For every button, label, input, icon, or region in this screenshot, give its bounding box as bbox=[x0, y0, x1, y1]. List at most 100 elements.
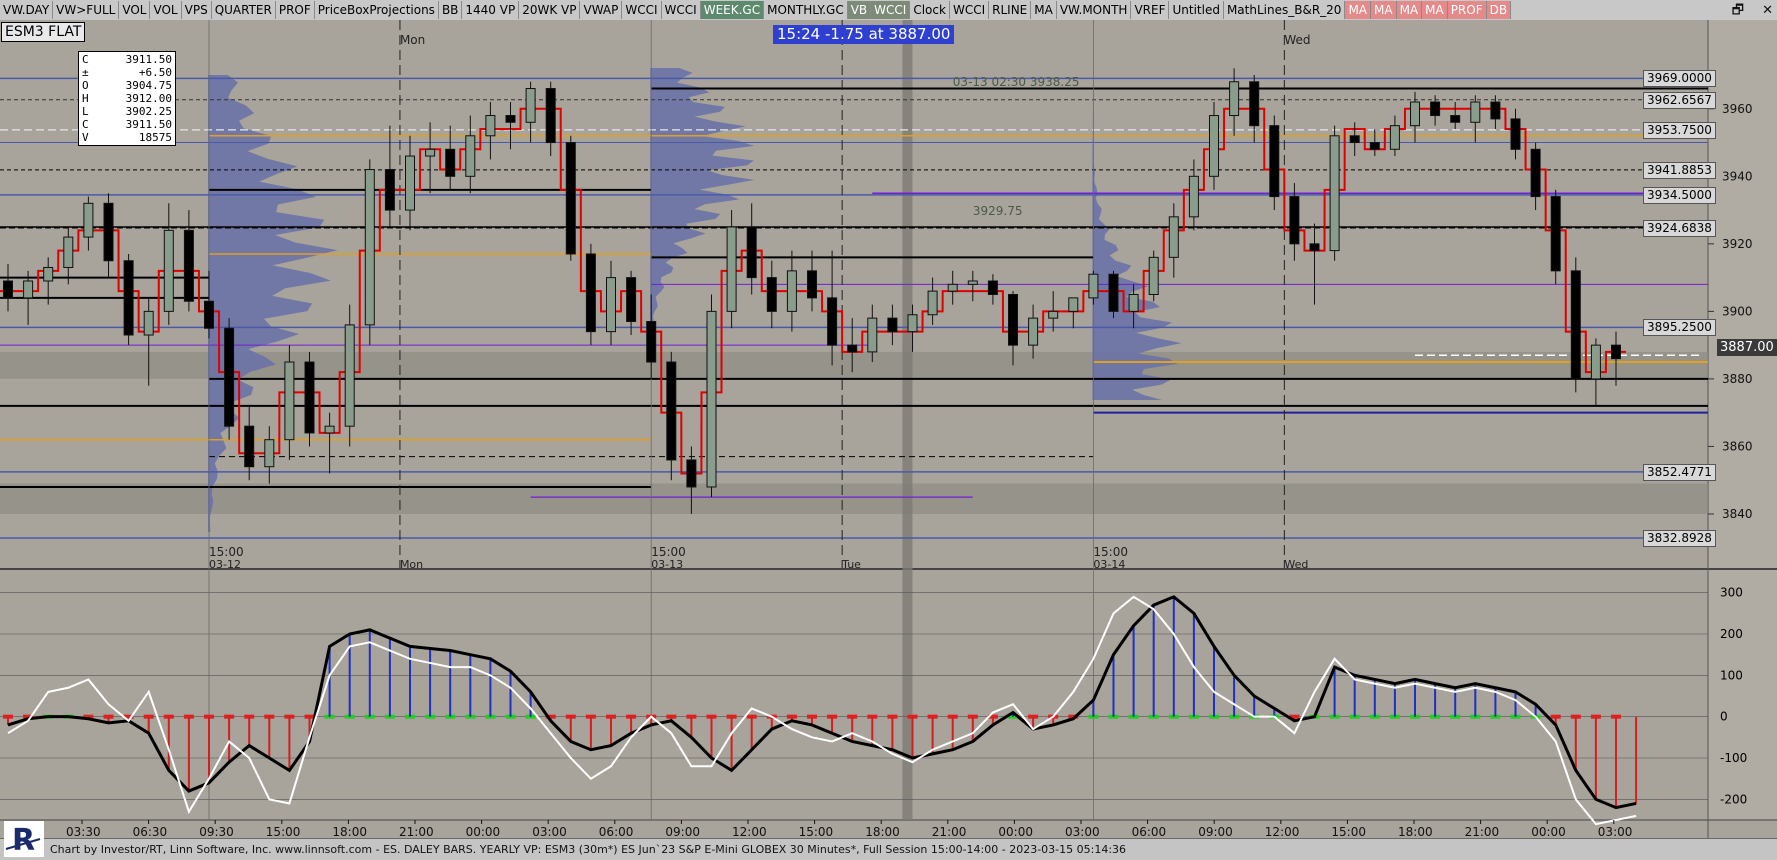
candle-body bbox=[1369, 142, 1380, 150]
toolbar-button-7[interactable]: PriceBoxProjections bbox=[315, 1, 439, 19]
candle-body bbox=[1269, 125, 1280, 198]
toolbar-button-19[interactable]: WCCI bbox=[950, 1, 990, 19]
candle-body bbox=[847, 344, 858, 353]
price-chart[interactable]: -200 -100 0 100 200 300 3840 3860 3880 3900 3920 39… bbox=[0, 20, 1777, 858]
toolbar-button-9[interactable]: 1440 VP bbox=[462, 1, 520, 19]
price-tick-label: 3860 bbox=[1722, 439, 1753, 453]
toolbar-button-23[interactable]: VREF bbox=[1131, 1, 1170, 19]
ohlc-row: C 3911.50 bbox=[82, 118, 172, 131]
candle-body bbox=[1188, 175, 1199, 218]
toolbar-button-18[interactable]: Clock bbox=[910, 1, 950, 19]
candle bbox=[344, 304, 355, 447]
toolbar-button-20[interactable]: RLINE bbox=[989, 1, 1032, 19]
bottom-time-tick: 09:00 bbox=[665, 825, 700, 839]
bottom-time-tick: 21:00 bbox=[932, 825, 967, 839]
bottom-time-tick: 15:00 bbox=[1331, 825, 1366, 839]
bottom-time-tick: 06:00 bbox=[1132, 825, 1167, 839]
toolbar-button-22[interactable]: VW.MONTH bbox=[1057, 1, 1132, 19]
candle-body bbox=[485, 115, 496, 137]
toolbar-button-21[interactable]: MA bbox=[1031, 1, 1057, 19]
candle-body bbox=[1470, 101, 1481, 123]
candle-body bbox=[465, 135, 476, 177]
candle-body bbox=[1389, 125, 1400, 150]
time-tick-label: 15:00 bbox=[651, 545, 686, 559]
ohlc-value: 3904.75 bbox=[125, 79, 172, 92]
svg-text:R: R bbox=[12, 823, 35, 857]
candle-body bbox=[1309, 243, 1320, 252]
ohlc-key: H bbox=[82, 92, 89, 105]
candle-body bbox=[746, 226, 757, 279]
toolbar-button-8[interactable]: BB bbox=[439, 1, 463, 19]
ohlc-value: 18575 bbox=[138, 131, 172, 144]
toolbar-button-1[interactable]: VW>FULL bbox=[53, 1, 120, 19]
symbol-label[interactable]: ESM3 FLAT bbox=[1, 22, 86, 42]
restore-icon[interactable]: 🗗 bbox=[1732, 3, 1744, 18]
osc-tick-label: 100 bbox=[1720, 668, 1743, 682]
candle-body bbox=[786, 270, 797, 312]
toolbar-button-15[interactable]: MONTHLY.GC bbox=[764, 1, 848, 19]
toolbar-button-24[interactable]: Untitled bbox=[1169, 1, 1224, 19]
ohlc-value: 3911.50 bbox=[125, 118, 172, 131]
bottom-time-tick: 18:00 bbox=[332, 825, 367, 839]
candle-body bbox=[726, 226, 737, 312]
price-tick-label: 3840 bbox=[1722, 507, 1753, 521]
candle-body bbox=[766, 277, 777, 312]
indicator-toolbar: VW.DAY VW>FULL VOL VOL VPS QUARTER PROF PriceBo… bbox=[0, 0, 1777, 21]
candle-body bbox=[143, 310, 154, 336]
candle bbox=[726, 210, 737, 329]
candle-body bbox=[505, 115, 516, 123]
toolbar-button-13[interactable]: WCCI bbox=[662, 1, 701, 19]
ohlc-row: ± +6.50 bbox=[82, 66, 172, 79]
toolbar-button-5[interactable]: QUARTER bbox=[212, 1, 276, 19]
toolbar-button-29[interactable]: MA bbox=[1422, 1, 1448, 19]
candle-body bbox=[1611, 344, 1621, 360]
toolbar-button-26[interactable]: MA bbox=[1345, 1, 1371, 19]
candle-body bbox=[43, 266, 54, 282]
date-tick-label: Tue bbox=[841, 558, 861, 571]
candle-body bbox=[1329, 135, 1340, 252]
candle-body bbox=[1028, 317, 1039, 346]
bottom-time-tick: 15:00 bbox=[799, 825, 834, 839]
toolbar-button-17[interactable]: WCCI bbox=[871, 1, 911, 19]
toolbar-button-12[interactable]: WCCI bbox=[622, 1, 662, 19]
toolbar-button-25[interactable]: MathLines_B&R_20 bbox=[1224, 1, 1346, 19]
bottom-time-tick: 18:00 bbox=[865, 825, 900, 839]
candle-body bbox=[1048, 310, 1059, 319]
candle-body bbox=[666, 361, 677, 461]
level-label: 3895.2500 bbox=[1643, 319, 1716, 337]
bottom-time-tick: 18:00 bbox=[1398, 825, 1433, 839]
bottom-time-tick: 00:00 bbox=[1531, 825, 1566, 839]
toolbar-button-14[interactable]: WEEK.GC bbox=[700, 1, 765, 19]
toolbar-button-6[interactable]: PROF bbox=[276, 1, 315, 19]
candle-body bbox=[1410, 101, 1420, 127]
toolbar-button-31[interactable]: DB bbox=[1486, 1, 1512, 19]
candle-body bbox=[626, 277, 637, 323]
ohlc-row: L 3902.25 bbox=[82, 105, 172, 118]
toolbar-button-2[interactable]: VOL bbox=[119, 1, 151, 19]
bottom-time-tick: 03:00 bbox=[1065, 825, 1100, 839]
session-marker-bar bbox=[902, 20, 913, 820]
day-label: Wed bbox=[1284, 33, 1310, 47]
toolbar-button-16[interactable]: VB bbox=[847, 1, 872, 19]
candle-body bbox=[304, 361, 315, 434]
toolbar-button-27[interactable]: MA bbox=[1371, 1, 1397, 19]
toolbar-button-11[interactable]: VWAP bbox=[580, 1, 623, 19]
toolbar-button-28[interactable]: MA bbox=[1396, 1, 1423, 19]
date-tick-label: 03-14 bbox=[1093, 558, 1125, 571]
toolbar-button-4[interactable]: VPS bbox=[182, 1, 212, 19]
candle bbox=[1550, 189, 1561, 285]
toolbar-button-3[interactable]: VOL bbox=[150, 1, 182, 19]
toolbar-button-30[interactable]: PROF bbox=[1447, 1, 1487, 19]
toolbar-button-0[interactable]: VW.DAY bbox=[0, 1, 54, 19]
toolbar-button-10[interactable]: 20WK VP bbox=[519, 1, 581, 19]
candle-body bbox=[1168, 216, 1179, 258]
bottom-time-tick: 00:00 bbox=[466, 825, 501, 839]
candle-body bbox=[525, 88, 536, 123]
candle bbox=[1570, 257, 1581, 393]
candle-body bbox=[405, 155, 415, 211]
candle-body bbox=[1590, 344, 1601, 380]
candle bbox=[1269, 115, 1280, 211]
close-icon[interactable]: ✕ bbox=[1762, 3, 1773, 18]
candle-body bbox=[565, 142, 576, 255]
ohlc-key: C bbox=[82, 53, 89, 66]
